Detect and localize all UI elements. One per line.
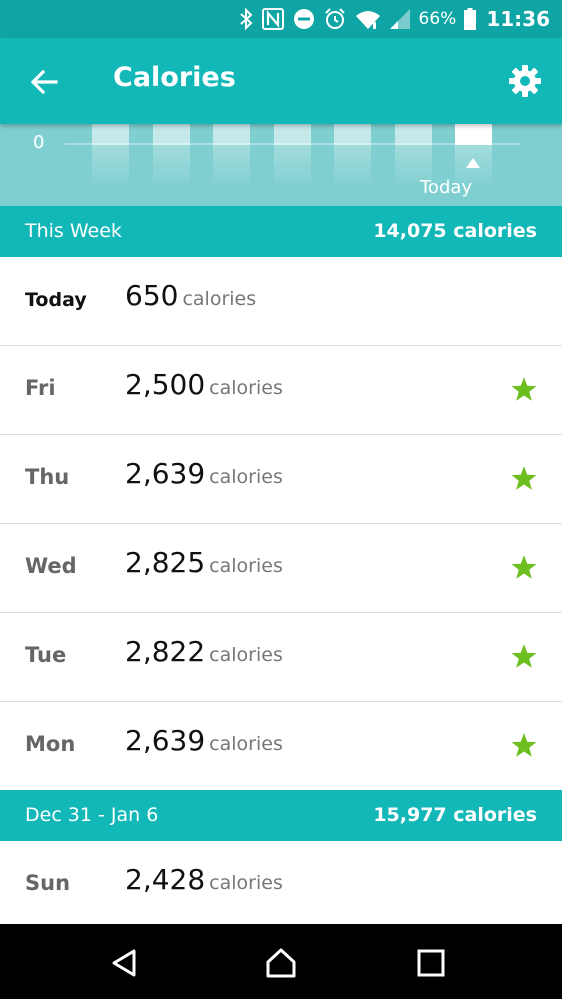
- list-item[interactable]: Fri 2,500 calories: [0, 346, 562, 435]
- star-icon: [511, 733, 537, 757]
- chart-bar-reflection: [274, 145, 311, 189]
- list-item[interactable]: Wed 2,825 calories: [0, 524, 562, 613]
- row-number: 650: [125, 279, 179, 312]
- row-number: 2,822: [125, 635, 206, 668]
- section-total: 14,075 calories: [373, 220, 537, 242]
- page-title: Calories: [113, 62, 236, 93]
- chart-bar[interactable]: [213, 124, 250, 145]
- battery-percent: 66%: [418, 9, 457, 29]
- nav-home-icon[interactable]: [265, 947, 297, 979]
- section-label: This Week: [25, 220, 122, 242]
- do-not-disturb-icon: [293, 8, 315, 30]
- nfc-icon: [261, 7, 285, 31]
- row-unit: calories: [209, 377, 283, 399]
- row-unit: calories: [209, 733, 283, 755]
- today-caret-icon: [466, 158, 480, 168]
- row-unit: calories: [209, 555, 283, 577]
- row-day: Thu: [25, 465, 70, 489]
- app-bar: Calories: [0, 38, 562, 124]
- section-total: 15,977 calories: [373, 804, 537, 826]
- chart-zero-label: 0: [33, 132, 45, 153]
- chart-bar-reflection: [153, 145, 190, 189]
- list-item[interactable]: Today 650 calories: [0, 257, 562, 346]
- row-day: Mon: [25, 732, 76, 756]
- bluetooth-icon: [239, 8, 253, 30]
- star-icon: [511, 466, 537, 490]
- row-day: Tue: [25, 643, 67, 667]
- row-number: 2,639: [125, 457, 206, 490]
- row-value: 2,639 calories: [125, 457, 283, 490]
- row-day: Wed: [25, 554, 77, 578]
- row-value: 2,500 calories: [125, 368, 283, 401]
- row-value: 650 calories: [125, 279, 256, 312]
- signal-icon: [389, 8, 411, 30]
- nav-back-icon[interactable]: [109, 947, 141, 979]
- row-value: 2,822 calories: [125, 635, 283, 668]
- star-icon: [511, 555, 537, 579]
- row-number: 2,825: [125, 546, 206, 579]
- nav-recents-icon[interactable]: [415, 947, 447, 979]
- chart-today-label: Today: [420, 177, 473, 198]
- star-icon: [511, 644, 537, 668]
- row-unit: calories: [182, 288, 257, 310]
- chart-bar[interactable]: [274, 124, 311, 145]
- section-header-this-week: This Week 14,075 calories: [0, 206, 562, 257]
- calorie-chart[interactable]: 0 Today: [0, 124, 562, 206]
- wifi-icon: [355, 8, 381, 30]
- star-icon: [511, 377, 537, 401]
- chart-bar[interactable]: [92, 124, 129, 145]
- chart-bar-today[interactable]: [455, 124, 492, 145]
- list-item[interactable]: Tue 2,822 calories: [0, 613, 562, 702]
- settings-gear-icon[interactable]: [508, 64, 542, 98]
- row-value: 2,428 calories: [125, 863, 283, 896]
- back-arrow-icon[interactable]: [28, 66, 60, 98]
- section-header-previous-week: Dec 31 - Jan 6 15,977 calories: [0, 790, 562, 841]
- row-value: 2,639 calories: [125, 724, 283, 757]
- row-unit: calories: [209, 872, 283, 894]
- row-number: 2,639: [125, 724, 206, 757]
- list-item[interactable]: Thu 2,639 calories: [0, 435, 562, 524]
- row-unit: calories: [209, 644, 283, 666]
- section-label: Dec 31 - Jan 6: [25, 804, 159, 826]
- chart-bar[interactable]: [395, 124, 432, 145]
- chart-bar[interactable]: [334, 124, 371, 145]
- row-number: 2,500: [125, 368, 206, 401]
- row-day: Sun: [25, 871, 71, 895]
- alarm-icon: [323, 7, 347, 31]
- row-number: 2,428: [125, 863, 206, 896]
- clock-time: 11:36: [486, 7, 550, 31]
- row-value: 2,825 calories: [125, 546, 283, 579]
- status-bar: 66% 11:36: [0, 0, 562, 38]
- chart-bar[interactable]: [153, 124, 190, 145]
- chart-bar-reflection: [92, 145, 129, 189]
- row-day: Fri: [25, 376, 56, 400]
- list-item[interactable]: Mon 2,639 calories: [0, 702, 562, 791]
- chart-bar-reflection: [334, 145, 371, 189]
- battery-icon: [464, 8, 477, 30]
- list-item[interactable]: Sun 2,428 calories: [0, 841, 562, 924]
- chart-bar-reflection: [213, 145, 250, 189]
- row-unit: calories: [209, 466, 283, 488]
- system-nav-bar: [0, 924, 562, 999]
- row-day: Today: [25, 289, 87, 311]
